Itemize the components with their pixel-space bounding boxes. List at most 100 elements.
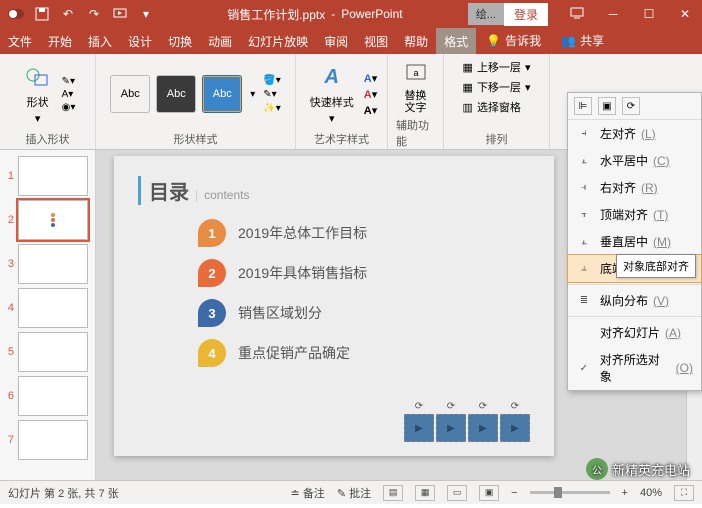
selected-shape[interactable]: ⟳	[500, 414, 530, 442]
thumb-4[interactable]	[18, 288, 88, 328]
statusbar: 幻灯片 第 2 张, 共 7 张 ≐ 备注 ✎ 批注 ▤ ▦ ▭ ▣ − + 4…	[0, 480, 702, 504]
fit-window-icon[interactable]: ⛶	[674, 485, 694, 501]
shape-outline-icon[interactable]: ✎▾	[263, 89, 280, 100]
thumb-1[interactable]	[18, 156, 88, 196]
maximize-icon[interactable]: ☐	[632, 0, 666, 28]
context-tab-drawing[interactable]: 绘...	[468, 3, 504, 25]
align-left[interactable]: ⫞左对齐(L)	[568, 120, 701, 147]
shape-style-3[interactable]: Abc	[202, 75, 242, 113]
distribute-v[interactable]: ≣纵向分布(V)	[568, 287, 701, 314]
qat-customize-icon[interactable]: ▾	[136, 4, 156, 24]
thumb-3[interactable]	[18, 244, 88, 284]
alt-text-button[interactable]: a 替换 文字	[398, 58, 434, 116]
tab-format[interactable]: 格式	[436, 28, 476, 54]
slideshow-view-icon[interactable]: ▣	[479, 485, 499, 501]
watermark: 公 新精英充电站	[586, 458, 690, 480]
group-toolbar-icon[interactable]: ▣	[598, 97, 616, 115]
normal-view-icon[interactable]: ▤	[383, 485, 403, 501]
bring-forward-button[interactable]: ▦上移一层 ▾	[461, 58, 533, 76]
tab-tellme[interactable]: 💡告诉我	[476, 27, 551, 54]
save-icon[interactable]	[32, 4, 52, 24]
titlebar: ↶ ↷ ▾ 销售工作计划.pptx - PowerPoint 绘... 登录 ─…	[0, 0, 702, 28]
thumb-6[interactable]	[18, 376, 88, 416]
tab-file[interactable]: 文件	[0, 28, 40, 54]
app-name: PowerPoint	[341, 7, 402, 21]
text-outline-icon[interactable]: A▾	[364, 88, 377, 101]
thumb-2[interactable]	[18, 200, 88, 240]
align-right[interactable]: ⫣右对齐(R)	[568, 174, 701, 201]
shape-style-2[interactable]: Abc	[156, 75, 196, 113]
tab-insert[interactable]: 插入	[80, 28, 120, 54]
minimize-icon[interactable]: ─	[596, 0, 630, 28]
selected-shape[interactable]: ⟳	[404, 414, 434, 442]
sorter-view-icon[interactable]: ▦	[415, 485, 435, 501]
tab-share[interactable]: 👥共享	[551, 27, 614, 54]
redo-icon[interactable]: ↷	[84, 4, 104, 24]
share-icon: 👥	[561, 34, 576, 48]
slide-canvas[interactable]: 目录 | contents 12019年总体工作目标 22019年具体销售指标 …	[114, 156, 554, 456]
text-fill-icon[interactable]: A▾	[364, 72, 377, 85]
toc-item-3[interactable]: 3销售区域划分	[198, 299, 530, 327]
comments-button[interactable]: ✎ 批注	[337, 485, 371, 501]
chevron-down-icon: ▾	[329, 112, 335, 125]
tab-animations[interactable]: 动画	[200, 28, 240, 54]
align-to-slide[interactable]: 对齐幻灯片(A)	[568, 319, 701, 346]
wordart-quick-styles[interactable]: A 快速样式 ▾	[306, 62, 358, 127]
toc-item-4[interactable]: 4重点促销产品确定	[198, 339, 530, 367]
align-toolbar-icon[interactable]: ⊫	[574, 97, 592, 115]
align-bottom-tooltip: 对象底部对齐	[616, 254, 696, 278]
shapes-gallery-button[interactable]: 形状 ▾	[20, 62, 56, 127]
edit-shape-icon[interactable]: ✎▾	[62, 76, 76, 87]
shape-effects-icon[interactable]: ✨▾	[263, 103, 280, 114]
toc-item-2[interactable]: 22019年具体销售指标	[198, 259, 530, 287]
tab-slideshow[interactable]: 幻灯片放映	[240, 28, 316, 54]
group-wordart: 艺术字样式	[314, 130, 369, 148]
tab-home[interactable]: 开始	[40, 28, 80, 54]
thumb-7[interactable]	[18, 420, 88, 460]
rotate-handle-icon[interactable]: ⟳	[479, 401, 487, 412]
gallery-more-icon[interactable]: ▾	[248, 89, 257, 100]
shape-style-1[interactable]: Abc	[110, 75, 150, 113]
rotate-handle-icon[interactable]: ⟳	[415, 401, 423, 412]
text-box-icon[interactable]: A▾	[62, 89, 76, 100]
tab-review[interactable]: 审阅	[316, 28, 356, 54]
selected-shape[interactable]: ⟳	[436, 414, 466, 442]
selected-shapes-group[interactable]: ⟳ ⟳ ⟳ ⟳	[404, 414, 530, 442]
thumb-5[interactable]	[18, 332, 88, 372]
ribbon-options-icon[interactable]	[560, 0, 594, 28]
watermark-logo-icon: 公	[586, 458, 608, 480]
align-top[interactable]: ⫟顶端对齐(T)	[568, 201, 701, 228]
reading-view-icon[interactable]: ▭	[447, 485, 467, 501]
tab-help[interactable]: 帮助	[396, 28, 436, 54]
align-center-h[interactable]: ⫠水平居中(C)	[568, 147, 701, 174]
merge-shapes-icon[interactable]: ◉▾	[62, 102, 76, 113]
login-button[interactable]: 登录	[504, 3, 548, 26]
chevron-down-icon: ▾	[35, 112, 41, 125]
zoom-out-icon[interactable]: −	[511, 487, 517, 499]
close-icon[interactable]: ✕	[668, 0, 702, 28]
selection-pane-button[interactable]: ▥选择窗格	[461, 98, 533, 116]
rotate-handle-icon[interactable]: ⟳	[511, 401, 519, 412]
zoom-level[interactable]: 40%	[640, 487, 662, 499]
rotate-handle-icon[interactable]: ⟳	[447, 401, 455, 412]
tab-design[interactable]: 设计	[120, 28, 160, 54]
text-effects-icon[interactable]: A▾	[364, 104, 377, 117]
start-show-icon[interactable]	[110, 4, 130, 24]
align-to-selected[interactable]: ✓对齐所选对象(O)	[568, 346, 701, 390]
rotate-toolbar-icon[interactable]: ⟳	[622, 97, 640, 115]
align-middle-v-icon: ⫠	[576, 236, 592, 247]
align-middle-v[interactable]: ⫠垂直居中(M)	[568, 228, 701, 255]
zoom-in-icon[interactable]: +	[622, 487, 628, 499]
zoom-slider[interactable]	[530, 491, 610, 494]
autosave-toggle[interactable]	[6, 4, 26, 24]
shape-fill-icon[interactable]: 🪣▾	[263, 75, 280, 86]
toc-item-1[interactable]: 12019年总体工作目标	[198, 219, 530, 247]
send-backward-button[interactable]: ▦下移一层 ▾	[461, 78, 533, 96]
tab-transitions[interactable]: 切换	[160, 28, 200, 54]
selected-shape[interactable]: ⟳	[468, 414, 498, 442]
tab-view[interactable]: 视图	[356, 28, 396, 54]
undo-icon[interactable]: ↶	[58, 4, 78, 24]
slide-thumbnail-pane[interactable]: 1 2 3 4 5 6 7	[0, 150, 96, 480]
notes-button[interactable]: ≐ 备注	[291, 485, 325, 501]
align-bottom-icon: ⫨	[576, 263, 592, 274]
